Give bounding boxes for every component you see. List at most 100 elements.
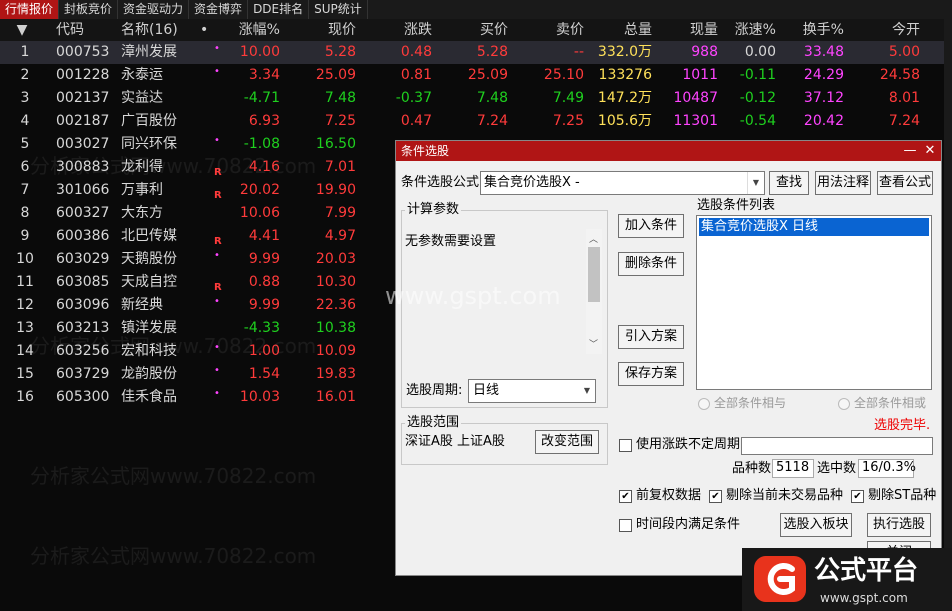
chevron-down-icon[interactable]: ▼: [747, 172, 764, 194]
close-icon[interactable]: ✕: [921, 141, 939, 161]
row-number: 11: [16, 274, 34, 290]
tab-capital-game[interactable]: 资金博弈: [189, 0, 249, 19]
formula-value: 集合竞价选股X -: [484, 175, 580, 190]
delete-condition-button[interactable]: 删除条件: [618, 252, 684, 276]
cell-open: 8.01: [888, 90, 920, 106]
uncertain-period-checkbox[interactable]: [619, 439, 632, 452]
table-row[interactable]: 4 002187 广百股份 6.93 7.25 0.47 7.24 7.25 105.6万 113…: [0, 110, 952, 133]
cell-price: 10.30: [315, 274, 356, 290]
col-volume[interactable]: 总量: [586, 19, 652, 42]
view-formula-button[interactable]: 查看公式: [877, 171, 933, 195]
params-scrollbar[interactable]: ︿ ﹀: [586, 229, 602, 354]
exclude-notrade-checkbox[interactable]: ✔: [709, 490, 722, 503]
col-speed[interactable]: 涨速%: [722, 19, 776, 42]
table-row[interactable]: 3 002137 实益达 -4.71 7.48 -0.37 7.48 7.49 147.2万 10…: [0, 87, 952, 110]
tab-sup-stats[interactable]: SUP统计: [309, 0, 368, 19]
table-row[interactable]: 2 001228 永泰运 • 3.34 25.09 0.81 25.09 25.10 133276…: [0, 64, 952, 87]
row-number: 4: [20, 113, 30, 129]
radio-all-and[interactable]: [698, 398, 710, 410]
watermark: 分析家公式网www.70822.com: [30, 334, 317, 358]
exclude-notrade-label: 剔除当前未交易品种: [726, 488, 844, 503]
cell-price: 7.99: [324, 205, 356, 221]
selected-count-label: 选中数: [817, 461, 857, 476]
minimize-icon[interactable]: —: [901, 141, 919, 161]
scroll-thumb[interactable]: [588, 247, 600, 302]
col-flag[interactable]: •: [200, 19, 208, 42]
col-code[interactable]: 代码: [56, 19, 84, 42]
cell-name: 佳禾食品: [121, 389, 177, 405]
cell-code: 001228: [56, 67, 110, 83]
cell-price: 4.97: [324, 228, 356, 244]
condition-list[interactable]: 集合竞价选股X 日线: [696, 215, 932, 390]
watermark-site: www.gspt.com: [385, 282, 561, 310]
forward-adjust-checkbox[interactable]: ✔: [619, 490, 632, 503]
period-select[interactable]: 日线 ▼: [468, 379, 596, 403]
cell-turnover: 20.42: [803, 113, 844, 129]
col-cur-vol[interactable]: 现量: [656, 19, 718, 42]
uncertain-period-input[interactable]: [741, 437, 933, 455]
calc-params-title: 计算参数: [405, 202, 462, 217]
col-change-pct[interactable]: 涨幅%: [216, 19, 280, 42]
find-button[interactable]: 查找: [769, 171, 809, 195]
cell-price: 5.28: [324, 44, 356, 60]
formula-select[interactable]: 集合竞价选股X - ▼: [480, 171, 765, 195]
scroll-down-icon[interactable]: ﹀: [589, 337, 598, 350]
col-ask[interactable]: 卖价: [516, 19, 584, 42]
cell-code: 605300: [56, 389, 110, 405]
cell-change: -0.37: [395, 90, 432, 106]
cell-name: 万事利: [121, 182, 163, 198]
cell-change-pct: 1.54: [248, 366, 280, 382]
cell-code: 603029: [56, 251, 110, 267]
cell-name: 实益达: [121, 90, 163, 106]
total-count-value: 5118: [776, 460, 810, 475]
sort-icon[interactable]: ▼: [14, 19, 30, 42]
cell-speed: -0.54: [739, 113, 776, 129]
col-bid[interactable]: 买价: [440, 19, 508, 42]
time-range-checkbox[interactable]: [619, 519, 632, 532]
scroll-up-icon[interactable]: ︿: [589, 232, 598, 245]
cell-change-pct: 10.00: [239, 44, 280, 60]
col-turnover[interactable]: 换手%: [778, 19, 844, 42]
cell-code: 301066: [56, 182, 110, 198]
cell-name: 天成自控: [121, 274, 177, 290]
vertical-scrollbar[interactable]: [944, 19, 952, 609]
exclude-st-checkbox[interactable]: ✔: [851, 490, 864, 503]
cell-change-pct: -4.71: [243, 90, 280, 106]
usage-note-button[interactable]: 用法注释: [815, 171, 871, 195]
row-number: 9: [20, 228, 30, 244]
import-plan-button[interactable]: 引入方案: [618, 325, 684, 349]
cell-price: 16.01: [315, 389, 356, 405]
radio-all-or[interactable]: [838, 398, 850, 410]
col-name[interactable]: 名称(16): [121, 19, 178, 42]
dialog-titlebar[interactable]: 条件选股 — ✕: [396, 141, 941, 161]
col-price[interactable]: 现价: [290, 19, 356, 42]
watermark: 分析家公式网www.70822.com: [30, 154, 317, 178]
add-condition-button[interactable]: 加入条件: [618, 214, 684, 238]
calc-params-text: 无参数需要设置: [405, 234, 497, 249]
list-item[interactable]: 集合竞价选股X 日线: [699, 218, 929, 236]
cell-code: 603729: [56, 366, 110, 382]
run-selection-button[interactable]: 执行选股: [867, 513, 931, 537]
cell-volume: 105.6万: [597, 113, 652, 129]
cell-bid: 7.48: [476, 90, 508, 106]
table-row[interactable]: 1 000753 漳州发展 • 10.00 5.28 0.48 5.28 -- 332.0万 988…: [0, 41, 952, 64]
cell-ask: 7.49: [552, 90, 584, 106]
tab-limit-bidding[interactable]: 封板竞价: [59, 0, 119, 19]
logo-url: www.gspt.com: [820, 591, 908, 605]
cell-price: 25.09: [315, 67, 356, 83]
cell-change: 0.48: [400, 44, 432, 60]
cell-speed: -0.11: [739, 67, 776, 83]
table-header: ▼ 代码 名称(16) • 涨幅% 现价 涨跌 买价 卖价 总量 现量 涨速% …: [0, 19, 952, 41]
col-open[interactable]: 今开: [850, 19, 920, 42]
tab-quotes[interactable]: 行情报价: [0, 0, 60, 19]
cell-code: 600386: [56, 228, 110, 244]
selected-count-value: 16/0.3%: [862, 460, 916, 475]
tab-capital-drive[interactable]: 资金驱动力: [118, 0, 190, 19]
add-to-block-button[interactable]: 选股入板块: [780, 513, 852, 537]
change-range-button[interactable]: 改变范围: [535, 430, 599, 454]
save-plan-button[interactable]: 保存方案: [618, 362, 684, 386]
cell-bid: 25.09: [467, 67, 508, 83]
col-change[interactable]: 涨跌: [366, 19, 432, 42]
tab-dde-rank[interactable]: DDE排名: [248, 0, 310, 19]
chevron-down-icon[interactable]: ▼: [579, 380, 595, 402]
